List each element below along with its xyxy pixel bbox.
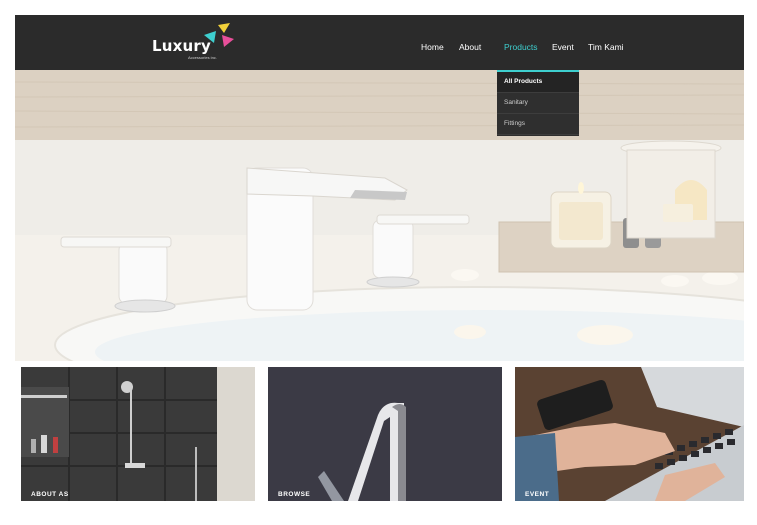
nav-event[interactable]: Event: [552, 42, 574, 52]
main-nav: Home About Products Event Tim Kami: [15, 15, 744, 70]
tile-label-about-as: ABOUT AS: [31, 491, 69, 498]
hero-banner: [15, 70, 744, 361]
site: Luxury Accessories inc. Home About Produ…: [15, 15, 744, 505]
shower-image: [21, 367, 255, 501]
dropdown-item-fittings[interactable]: Fittings: [497, 114, 579, 135]
tile-browse[interactable]: BROWSE: [268, 367, 502, 501]
laptop-image: [515, 367, 744, 501]
nav-tim-kami[interactable]: Tim Kami: [588, 42, 624, 52]
tile-about-as[interactable]: ABOUT AS: [21, 367, 255, 501]
nav-about[interactable]: About: [459, 42, 481, 52]
tile-event[interactable]: EVENT: [515, 367, 744, 501]
nav-products[interactable]: Products: [504, 42, 538, 52]
faucet-image: [268, 367, 502, 501]
nav-home[interactable]: Home: [421, 42, 444, 52]
products-dropdown: All Products Sanitary Fittings: [497, 70, 579, 136]
dropdown-item-all-products[interactable]: All Products: [497, 72, 579, 93]
tile-label-event: EVENT: [525, 491, 550, 498]
site-header: Luxury Accessories inc. Home About Produ…: [15, 15, 744, 70]
dropdown-item-sanitary[interactable]: Sanitary: [497, 93, 579, 114]
tile-label-browse: BROWSE: [278, 491, 311, 498]
hero-bathroom-image: [15, 70, 744, 361]
